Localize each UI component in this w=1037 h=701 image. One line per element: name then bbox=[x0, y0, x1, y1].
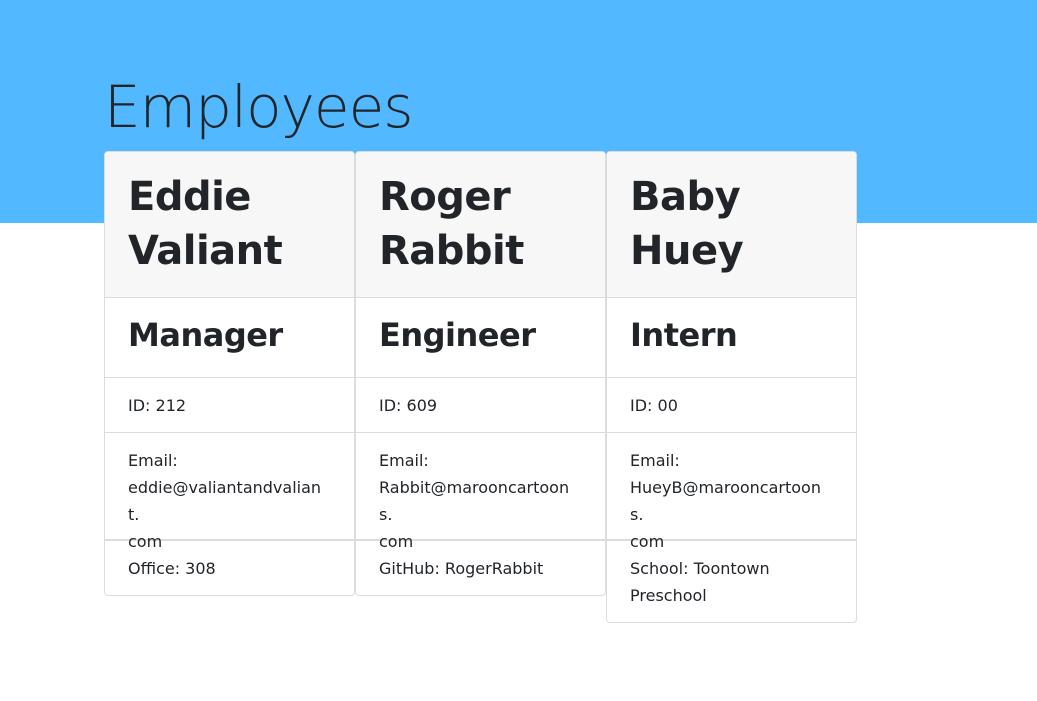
email-label: Email: bbox=[379, 451, 429, 470]
employee-role: Intern bbox=[630, 316, 738, 354]
card-header: Baby Huey bbox=[607, 152, 856, 298]
card-header: Roger Rabbit bbox=[356, 152, 605, 298]
employee-role: Manager bbox=[128, 316, 283, 354]
role-row: Manager bbox=[105, 298, 354, 378]
employee-name: Baby Huey bbox=[630, 170, 833, 278]
employee-name: Roger Rabbit bbox=[379, 170, 582, 278]
employee-id: ID: 00 bbox=[607, 378, 856, 433]
employee-id: ID: 609 bbox=[356, 378, 605, 433]
employee-first-name: Baby bbox=[630, 174, 741, 220]
card-header: Eddie Valiant bbox=[105, 152, 354, 298]
role-row: Intern bbox=[607, 298, 856, 378]
employee-email: Email: Rabbit@marooncartoons. com bbox=[356, 433, 605, 551]
page-title: Employees bbox=[104, 73, 413, 141]
employee-first-name: Eddie bbox=[128, 174, 251, 220]
role-row: Engineer bbox=[356, 298, 605, 378]
employee-card: Eddie Valiant Manager ID: 212 Email: edd… bbox=[104, 151, 355, 596]
employee-email: Email: HueyB@marooncartoons. com bbox=[607, 433, 856, 551]
email-address-part1: HueyB@marooncartoons. bbox=[630, 478, 821, 524]
employee-last-name: Huey bbox=[630, 228, 744, 274]
employee-name: Eddie Valiant bbox=[128, 170, 331, 278]
email-address-part1: eddie@valiantandvaliant. bbox=[128, 478, 322, 524]
employee-id: ID: 212 bbox=[105, 378, 354, 433]
employee-card: Baby Huey Intern ID: 00 Email: HueyB@mar… bbox=[606, 151, 857, 623]
employee-card: Roger Rabbit Engineer ID: 609 Email: Rab… bbox=[355, 151, 606, 596]
employee-role: Engineer bbox=[379, 316, 536, 354]
employee-email: Email: eddie@valiantandvaliant. com bbox=[105, 433, 354, 551]
email-address-part1: Rabbit@marooncartoons. bbox=[379, 478, 570, 524]
employee-last-name: Valiant bbox=[128, 228, 283, 274]
email-label: Email: bbox=[128, 451, 178, 470]
email-label: Email: bbox=[630, 451, 680, 470]
employee-first-name: Roger bbox=[379, 174, 511, 220]
employee-last-name: Rabbit bbox=[379, 228, 524, 274]
